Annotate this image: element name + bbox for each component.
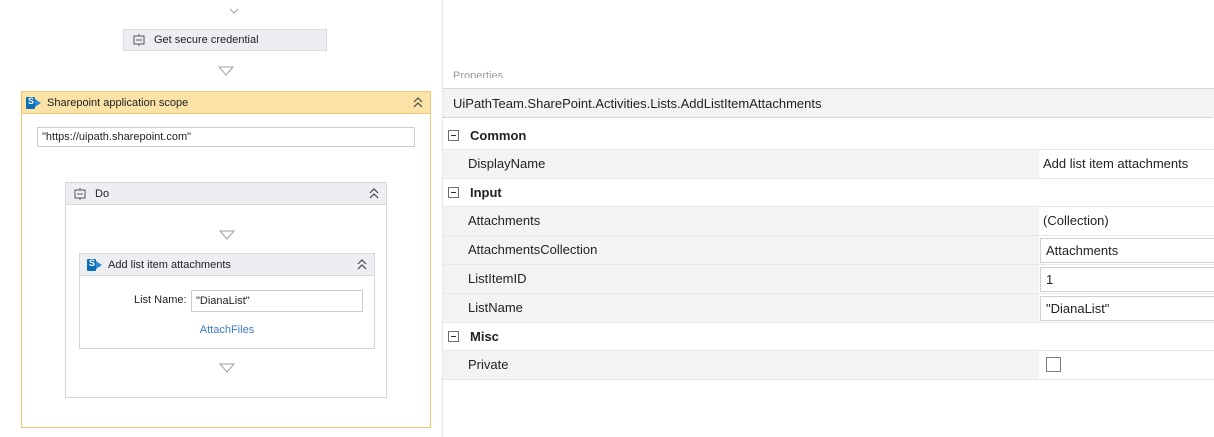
list-name-row: List Name: "DianaList" — [80, 290, 374, 312]
property-name: DisplayName — [443, 150, 1039, 178]
category-misc[interactable]: Misc — [443, 323, 1214, 351]
attachmentscollection-input[interactable]: Attachments — [1040, 238, 1214, 263]
category-common[interactable]: Common — [443, 122, 1214, 150]
category-label: Misc — [470, 329, 499, 344]
scope-header[interactable]: Sharepoint application scope — [22, 92, 430, 114]
flow-arrow-icon — [219, 230, 235, 240]
scroll-up-chevron-icon[interactable] — [229, 8, 245, 18]
sharepoint-logo-icon — [26, 96, 41, 110]
collapse-icon[interactable] — [412, 96, 424, 110]
scope-title: Sharepoint application scope — [47, 96, 189, 109]
collapse-toggle-icon[interactable] — [448, 130, 459, 141]
flow-arrow-icon — [218, 66, 234, 76]
property-name: Attachments — [443, 207, 1039, 235]
sharepoint-scope-activity[interactable]: Sharepoint application scope "https://ui… — [21, 91, 431, 428]
property-name: Private — [443, 351, 1039, 379]
attach-files-link[interactable]: AttachFiles — [80, 324, 374, 336]
private-checkbox[interactable] — [1046, 357, 1061, 372]
sequence-icon — [73, 187, 87, 201]
sharepoint-logo-icon — [87, 258, 102, 272]
category-label: Common — [470, 128, 527, 143]
get-secure-credential-activity[interactable]: Get secure credential — [123, 29, 327, 51]
property-row-listitemid[interactable]: ListItemID 1 — [443, 265, 1214, 294]
attachments-value[interactable]: (Collection) — [1040, 207, 1214, 235]
list-name-input[interactable]: "DianaList" — [191, 290, 363, 312]
activity-label: Get secure credential — [154, 34, 259, 46]
property-name: AttachmentsCollection — [443, 236, 1039, 264]
collapse-icon[interactable] — [368, 187, 380, 201]
activity-type-name: UiPathTeam.SharePoint.Activities.Lists.A… — [443, 88, 1214, 118]
attach-header[interactable]: Add list item attachments — [80, 254, 374, 276]
property-grid: Common DisplayName Add list item attachm… — [443, 122, 1214, 380]
property-row-displayname[interactable]: DisplayName Add list item attachments — [443, 150, 1214, 179]
sharepoint-url-input[interactable]: "https://uipath.sharepoint.com" — [37, 127, 415, 147]
displayname-value[interactable]: Add list item attachments — [1040, 150, 1214, 178]
property-name: ListName — [443, 294, 1039, 322]
listitemid-input[interactable]: 1 — [1040, 267, 1214, 292]
do-header[interactable]: Do — [66, 183, 386, 205]
collapse-toggle-icon[interactable] — [448, 187, 459, 198]
list-name-label: List Name: — [134, 294, 187, 306]
property-row-attachments[interactable]: Attachments (Collection) — [443, 207, 1214, 236]
do-sequence[interactable]: Do Add list item attachments List Name: — [65, 182, 387, 398]
property-row-private[interactable]: Private — [443, 351, 1214, 380]
property-row-attachmentscollection[interactable]: AttachmentsCollection Attachments — [443, 236, 1214, 265]
collapse-toggle-icon[interactable] — [448, 331, 459, 342]
properties-panel: Properties UiPathTeam.SharePoint.Activit… — [442, 0, 1214, 437]
property-name: ListItemID — [443, 265, 1039, 293]
do-title: Do — [95, 187, 110, 200]
category-input[interactable]: Input — [443, 179, 1214, 207]
add-list-item-attachments-activity[interactable]: Add list item attachments List Name: "Di… — [79, 253, 375, 349]
property-row-listname[interactable]: ListName "DianaList" — [443, 294, 1214, 323]
properties-panel-title: Properties — [453, 70, 504, 78]
category-label: Input — [470, 185, 502, 200]
collapse-icon[interactable] — [356, 258, 368, 272]
listname-input[interactable]: "DianaList" — [1040, 296, 1214, 321]
workflow-designer: Get secure credential Sharepoint applica… — [0, 0, 442, 437]
attach-title: Add list item attachments — [108, 258, 231, 271]
activity-icon — [132, 33, 146, 47]
flow-arrow-icon — [219, 363, 235, 373]
